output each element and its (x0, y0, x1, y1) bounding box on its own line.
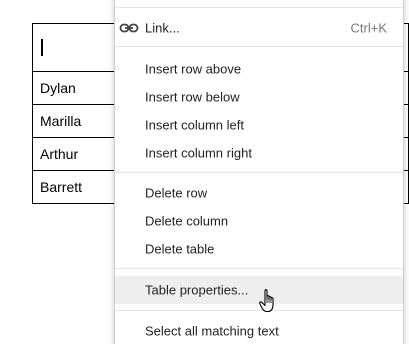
menu-item-label: Insert row below (145, 89, 240, 105)
menu-item-label: Delete column (145, 213, 229, 229)
menu-item-select-all-matching-text[interactable]: Select all matching text (115, 317, 403, 344)
menu-separator (115, 268, 403, 269)
menu-separator (115, 46, 403, 47)
menu-item-delete-row[interactable]: Delete row (115, 179, 403, 207)
link-icon (119, 23, 139, 33)
menu-item-link[interactable]: Link... Ctrl+K (115, 14, 403, 42)
docs-editor-area: Dylan Marilla Arthur Barrett Link... Ctr… (0, 0, 409, 344)
menu-item-label: Delete table (145, 241, 215, 257)
menu-item-insert-row-below[interactable]: Insert row below (115, 83, 403, 111)
menu-item-insert-column-left[interactable]: Insert column left (115, 111, 403, 139)
menu-separator (115, 172, 403, 173)
menu-item-label: Insert column left (145, 117, 244, 133)
menu-item-delete-table[interactable]: Delete table (115, 235, 403, 263)
menu-item-shortcut: Ctrl+K (350, 20, 387, 36)
hand-pointer-icon (259, 289, 274, 313)
menu-item-delete-column[interactable]: Delete column (115, 207, 403, 235)
menu-item-label: Link... (145, 20, 180, 36)
menu-item-label: Select all matching text (145, 323, 279, 339)
menu-item-insert-row-above[interactable]: Insert row above (115, 55, 403, 83)
menu-item-label: Insert row above (145, 61, 242, 77)
menu-item-label: Insert column right (145, 145, 252, 161)
menu-item-insert-column-right[interactable]: Insert column right (115, 139, 403, 167)
menu-item-label: Table properties... (145, 282, 249, 298)
menu-separator (115, 7, 403, 8)
menu-item-label: Delete row (145, 185, 208, 201)
text-caret (41, 39, 43, 57)
